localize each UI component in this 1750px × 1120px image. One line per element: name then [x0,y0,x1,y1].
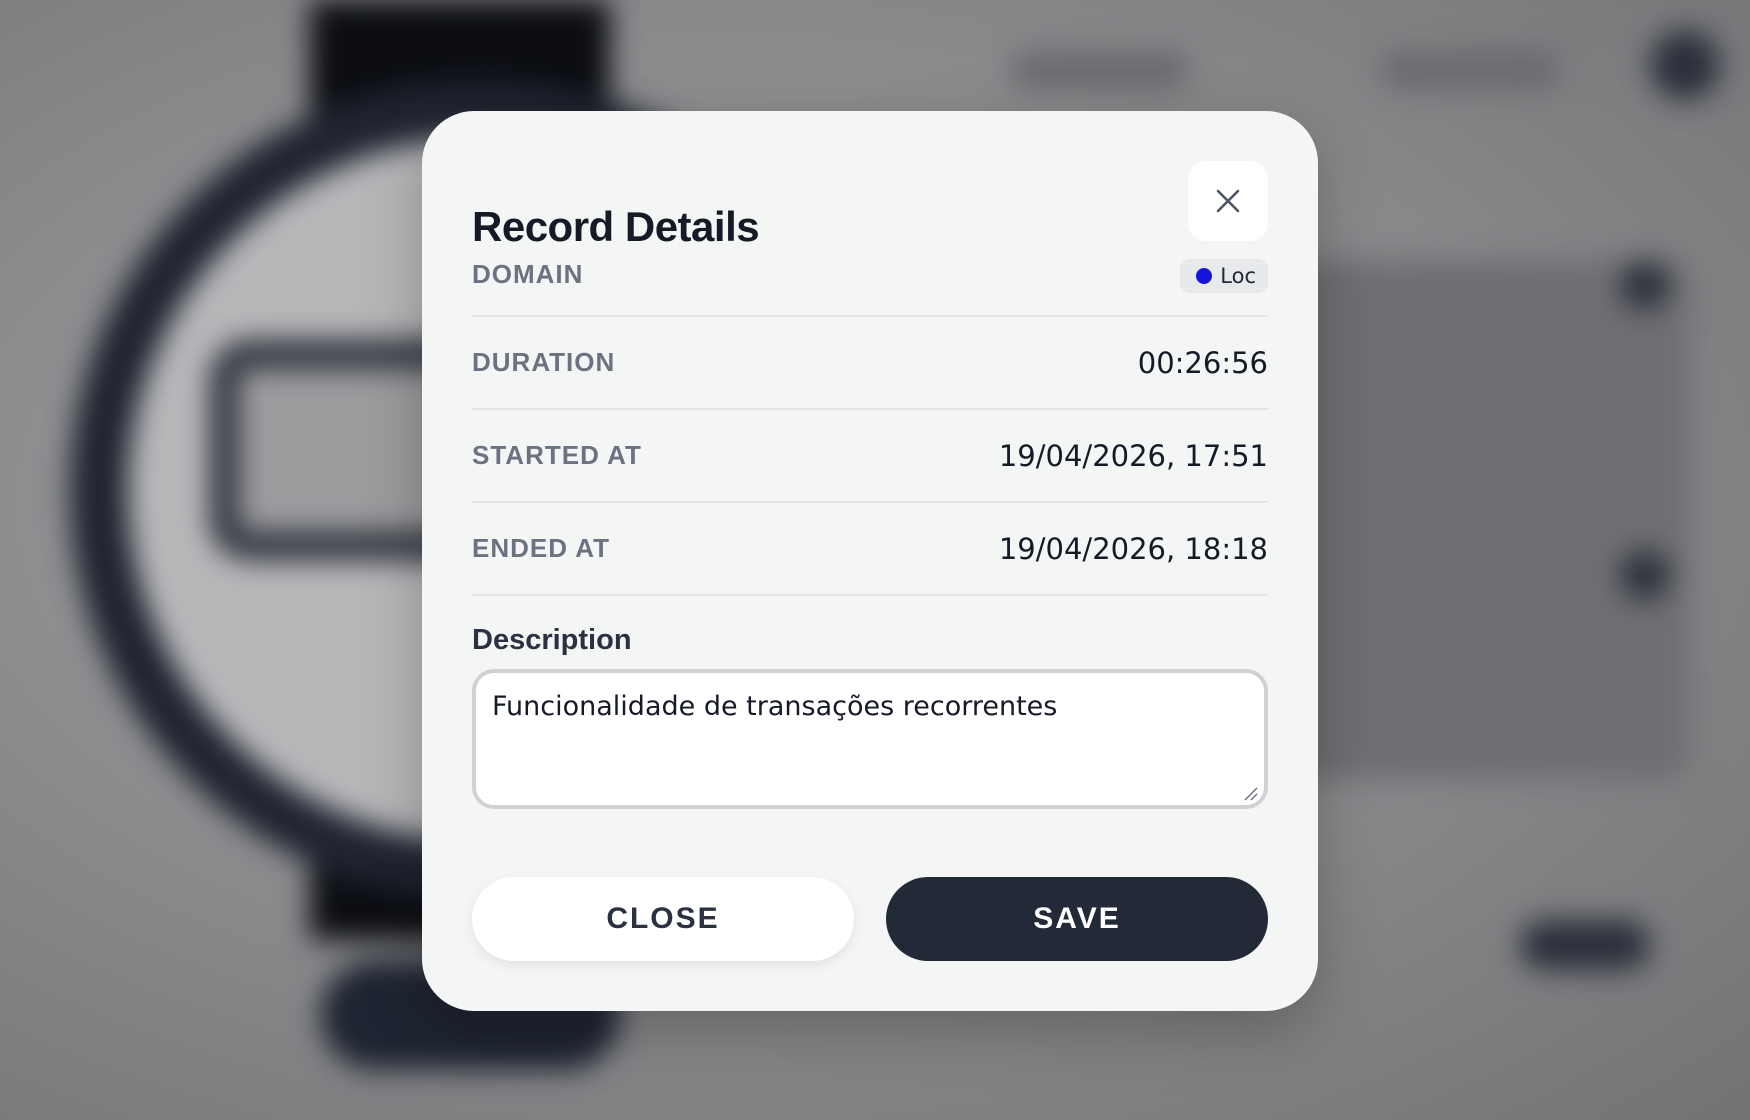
domain-badge-label: Loc [1220,264,1256,288]
resize-grip-icon[interactable] [1242,785,1258,801]
domain-badge: Loc [1180,259,1268,293]
field-row-ended-at: ENDED AT 19/04/2026, 18:18 [472,503,1268,596]
dialog-actions: CLOSE SAVE [472,877,1268,961]
description-label: Description [472,624,632,656]
record-details-dialog: Record Details DOMAIN Loc DURATION 00:26… [422,111,1318,1011]
field-row-started-at: STARTED AT 19/04/2026, 17:51 [472,410,1268,503]
field-label-duration: DURATION [472,347,616,377]
close-icon [1216,189,1240,213]
field-label-started-at: STARTED AT [472,440,642,470]
field-label-domain: DOMAIN [472,259,584,289]
description-textarea[interactable]: Funcionalidade de transações recorrentes [472,669,1268,809]
dialog-close-button[interactable] [1188,161,1268,241]
field-label-ended-at: ENDED AT [472,533,610,563]
close-button[interactable]: CLOSE [472,877,854,961]
save-button[interactable]: SAVE [886,877,1268,961]
field-value-duration: 00:26:56 [1137,345,1268,380]
description-text: Funcionalidade de transações recorrentes [492,691,1058,722]
dialog-header: Record Details [472,161,1268,251]
field-row-domain: DOMAIN Loc [472,251,1268,317]
domain-color-dot [1196,268,1213,284]
field-value-ended-at: 19/04/2026, 18:18 [998,531,1268,566]
field-value-started-at: 19/04/2026, 17:51 [998,438,1268,473]
dialog-title: Record Details [472,203,760,250]
field-row-duration: DURATION 00:26:56 [472,317,1268,410]
